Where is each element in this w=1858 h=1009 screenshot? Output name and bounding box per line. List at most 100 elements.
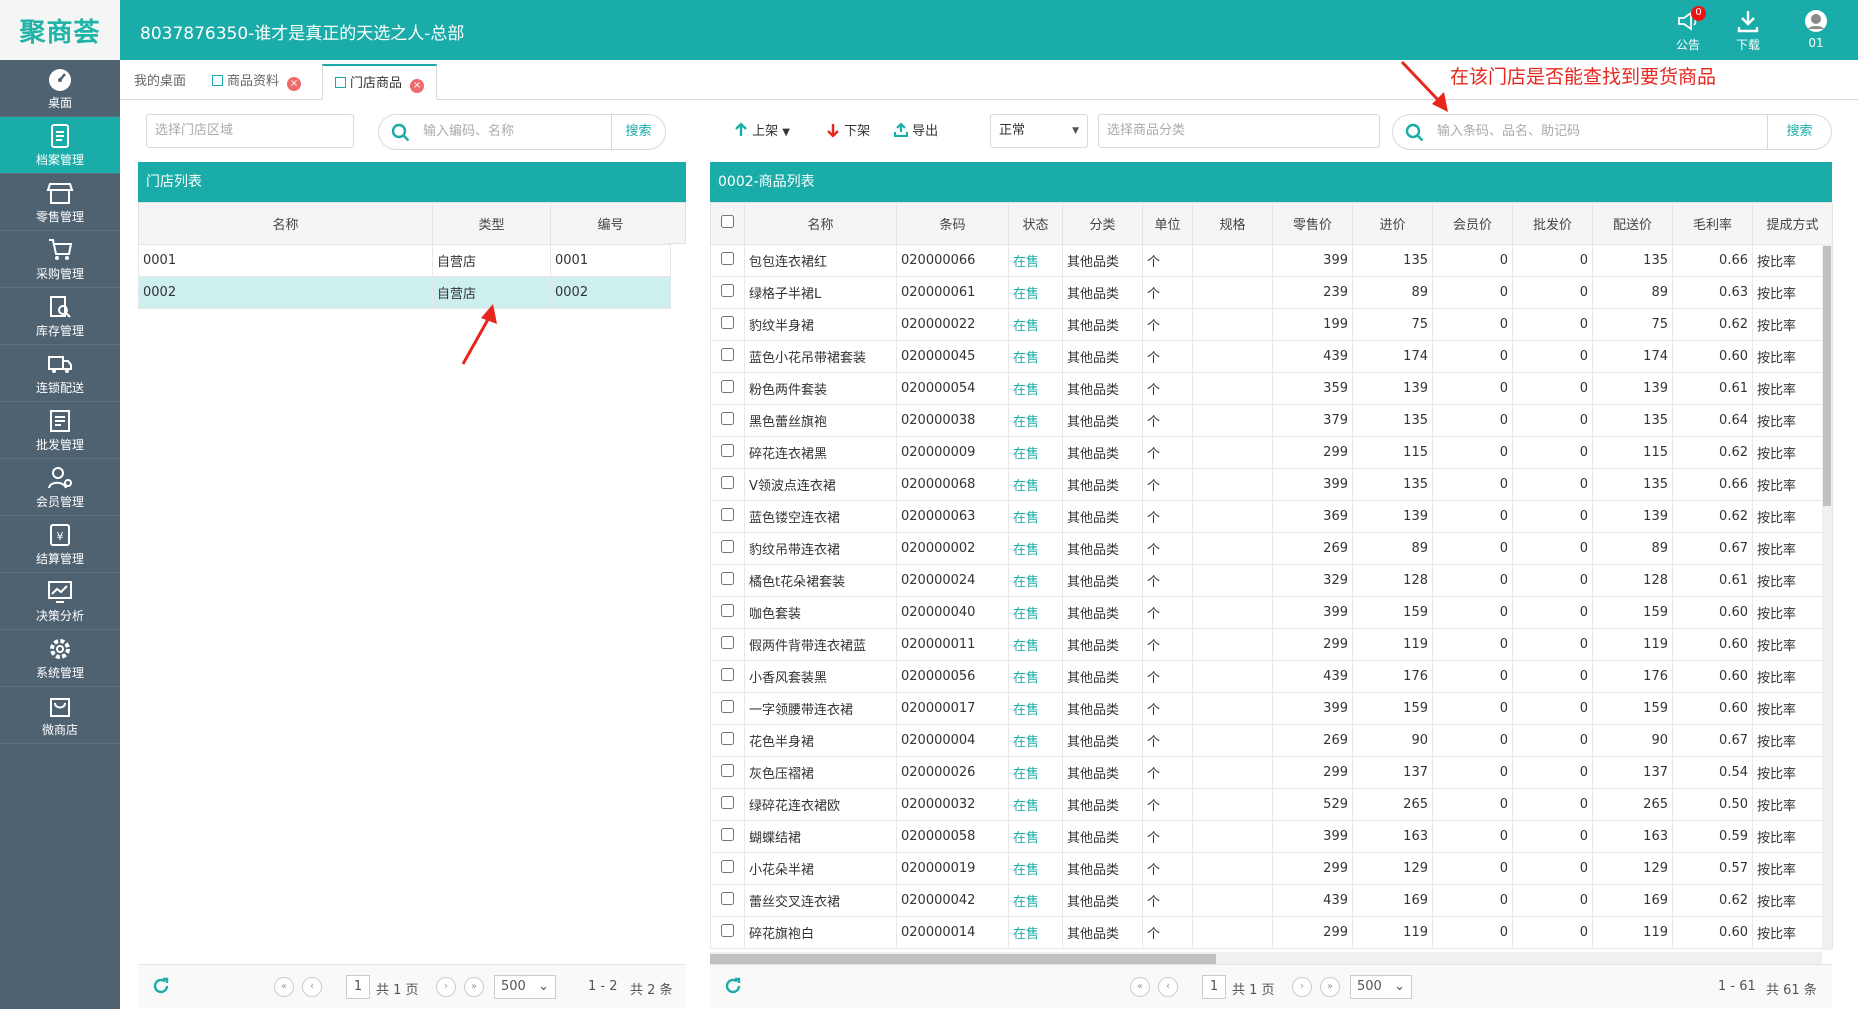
row-checkbox[interactable] — [721, 796, 734, 809]
first-page-button[interactable]: « — [1130, 977, 1150, 997]
sidebar-item-distribution[interactable]: 连锁配送 — [0, 345, 120, 402]
refresh-icon[interactable] — [724, 977, 742, 995]
store-region-select[interactable]: 选择门店区域 — [146, 114, 354, 148]
column-header-status[interactable]: 状态 — [1008, 202, 1063, 245]
scrollbar-thumb[interactable] — [1823, 246, 1831, 506]
row-checkbox[interactable] — [721, 540, 734, 553]
next-page-button[interactable]: › — [1292, 977, 1312, 997]
row-checkbox[interactable] — [721, 284, 734, 297]
shelve-button[interactable]: 上架 ▼ — [734, 120, 790, 139]
table-row[interactable]: 橘色t花朵裙套装 020000024 在售 其他品类个 329 128 0 0 128 0.61 按… — [710, 564, 1833, 597]
first-page-button[interactable]: « — [274, 977, 294, 997]
column-header-member-price[interactable]: 会员价 — [1432, 202, 1513, 245]
category-select[interactable]: 选择商品分类 — [1098, 114, 1380, 148]
row-checkbox[interactable] — [721, 668, 734, 681]
scrollbar-thumb[interactable] — [710, 954, 1216, 964]
table-row[interactable]: 小香风套装黑 020000056 在售 其他品类个 439 176 0 0 176 0.60 按比率 — [710, 660, 1833, 693]
table-row[interactable]: 0001 自营店 0001 — [138, 244, 671, 277]
vertical-scrollbar[interactable] — [1822, 244, 1832, 950]
unshelve-button[interactable]: 下架 — [826, 120, 870, 139]
row-checkbox[interactable] — [721, 924, 734, 937]
row-checkbox[interactable] — [721, 860, 734, 873]
tab-product-info[interactable]: 商品资料 × — [200, 64, 313, 100]
table-row[interactable]: 黑色蕾丝旗袍 020000038 在售 其他品类个 379 135 0 0 135 0.64 按比率 — [710, 404, 1833, 437]
product-search-button[interactable]: 搜索 — [1767, 115, 1831, 149]
table-row[interactable]: V领波点连衣裙 020000068 在售 其他品类个 399 135 0 0 135 0.66 按比… — [710, 468, 1833, 501]
table-row[interactable]: 碎花旗袍白 020000014 在售 其他品类个 299 119 0 0 119 0.60 按比率 — [710, 916, 1833, 949]
row-checkbox[interactable] — [721, 732, 734, 745]
row-checkbox[interactable] — [721, 348, 734, 361]
table-row[interactable]: 碎花连衣裙黑 020000009 在售 其他品类个 299 115 0 0 115 0.62 按比率 — [710, 436, 1833, 469]
refresh-icon[interactable] — [152, 977, 170, 995]
sidebar-item-archive[interactable]: 档案管理 — [0, 117, 120, 174]
column-header-spec[interactable]: 规格 — [1192, 202, 1273, 245]
store-search-input[interactable]: 输入编码、名称 — [423, 115, 514, 149]
row-checkbox[interactable] — [721, 828, 734, 841]
row-checkbox[interactable] — [721, 572, 734, 585]
select-all-checkbox[interactable] — [721, 215, 734, 228]
store-search-button[interactable]: 搜索 — [611, 115, 665, 149]
prev-page-button[interactable]: ‹ — [1158, 977, 1178, 997]
column-header-retail-price[interactable]: 零售价 — [1272, 202, 1353, 245]
next-page-button[interactable]: › — [436, 977, 456, 997]
table-row[interactable]: 豹纹半身裙 020000022 在售 其他品类个 199 75 0 0 75 0.62 按比率 — [710, 308, 1833, 341]
sidebar-item-microshop[interactable]: 微商店 — [0, 687, 120, 744]
sidebar-item-member[interactable]: 会员管理 — [0, 459, 120, 516]
sidebar-item-analysis[interactable]: 决策分析 — [0, 573, 120, 630]
table-row[interactable]: 豹纹吊带连衣裙 020000002 在售 其他品类个 269 89 0 0 89 0.67 按比率 — [710, 532, 1833, 565]
table-row[interactable]: 蓝色镂空连衣裙 020000063 在售 其他品类个 369 139 0 0 139 0.62 按比… — [710, 500, 1833, 533]
product-search-input[interactable]: 输入条码、品名、助记码 — [1437, 115, 1580, 149]
column-header-name[interactable]: 名称 — [138, 202, 433, 245]
page-size-select[interactable]: 500 ⌄ — [1350, 975, 1412, 999]
user-menu[interactable]: 01 — [1794, 8, 1838, 54]
notice-button[interactable]: 0 公告 — [1666, 6, 1710, 54]
column-header-code[interactable]: 编号 — [550, 202, 671, 245]
row-checkbox[interactable] — [721, 380, 734, 393]
table-row[interactable]: 0002 自营店 0002 — [138, 276, 671, 309]
page-size-select[interactable]: 500 ⌄ — [494, 975, 556, 999]
row-checkbox[interactable] — [721, 764, 734, 777]
tab-store-products[interactable]: 门店商品 × — [322, 64, 438, 100]
table-row[interactable]: 小花朵半裙 020000019 在售 其他品类个 299 129 0 0 129 0.57 按比率 — [710, 852, 1833, 885]
sidebar-item-settlement[interactable]: ¥ 结算管理 — [0, 516, 120, 573]
row-checkbox[interactable] — [721, 476, 734, 489]
row-checkbox[interactable] — [721, 700, 734, 713]
row-checkbox[interactable] — [721, 604, 734, 617]
table-row[interactable]: 粉色两件套装 020000054 在售 其他品类个 359 139 0 0 139 0.61 按比率 — [710, 372, 1833, 405]
download-button[interactable]: 下载 — [1726, 8, 1770, 54]
export-button[interactable]: 导出 — [893, 120, 938, 139]
last-page-button[interactable]: » — [1320, 977, 1340, 997]
table-row[interactable]: 蝴蝶结裙 020000058 在售 其他品类个 399 163 0 0 163 0.59 按比率 — [710, 820, 1833, 853]
table-row[interactable]: 蕾丝交叉连衣裙 020000042 在售 其他品类个 439 169 0 0 169 0.62 按比… — [710, 884, 1833, 917]
page-number-input[interactable]: 1 — [1202, 975, 1226, 999]
status-select[interactable]: 正常 ▼ — [990, 114, 1088, 148]
sidebar-item-wholesale[interactable]: 批发管理 — [0, 402, 120, 459]
sidebar-item-system[interactable]: 系统管理 — [0, 630, 120, 687]
column-header-wholesale-price[interactable]: 批发价 — [1512, 202, 1593, 245]
table-row[interactable]: 包包连衣裙红 020000066 在售 其他品类个 399 135 0 0 135 0.66 按比率 — [710, 244, 1833, 277]
table-row[interactable]: 一字领腰带连衣裙 020000017 在售 其他品类个 399 159 0 0 159 0.60 按… — [710, 692, 1833, 725]
page-number-input[interactable]: 1 — [346, 975, 370, 999]
sidebar-item-inventory[interactable]: 库存管理 — [0, 288, 120, 345]
close-icon[interactable]: × — [287, 77, 302, 91]
column-header-unit[interactable]: 单位 — [1142, 202, 1193, 245]
row-checkbox[interactable] — [721, 508, 734, 521]
last-page-button[interactable]: » — [464, 977, 484, 997]
row-checkbox[interactable] — [721, 412, 734, 425]
column-header-purchase-price[interactable]: 进价 — [1352, 202, 1433, 245]
column-header-delivery-price[interactable]: 配送价 — [1592, 202, 1673, 245]
tab-my-desktop[interactable]: 我的桌面 — [122, 64, 198, 100]
sidebar-item-purchase[interactable]: 采购管理 — [0, 231, 120, 288]
column-header-barcode[interactable]: 条码 — [896, 202, 1009, 245]
table-row[interactable]: 绿碎花连衣裙欧 020000032 在售 其他品类个 529 265 0 0 265 0.50 按比… — [710, 788, 1833, 821]
sidebar-item-retail[interactable]: 零售管理 — [0, 174, 120, 231]
sidebar-item-desktop[interactable]: 桌面 — [0, 60, 120, 117]
table-row[interactable]: 绿格子半裙L 020000061 在售 其他品类个 239 89 0 0 89 0.63 按比率 — [710, 276, 1833, 309]
close-icon[interactable]: × — [410, 79, 425, 93]
row-checkbox[interactable] — [721, 444, 734, 457]
column-header-margin[interactable]: 毛利率 — [1672, 202, 1753, 245]
row-checkbox[interactable] — [721, 892, 734, 905]
table-row[interactable]: 假两件背带连衣裙蓝 020000011 在售 其他品类个 299 119 0 0 119 0.60… — [710, 628, 1833, 661]
table-row[interactable]: 花色半身裙 020000004 在售 其他品类个 269 90 0 0 90 0.67 按比率 — [710, 724, 1833, 757]
table-row[interactable]: 灰色压褶裙 020000026 在售 其他品类个 299 137 0 0 137 0.54 按比率 — [710, 756, 1833, 789]
